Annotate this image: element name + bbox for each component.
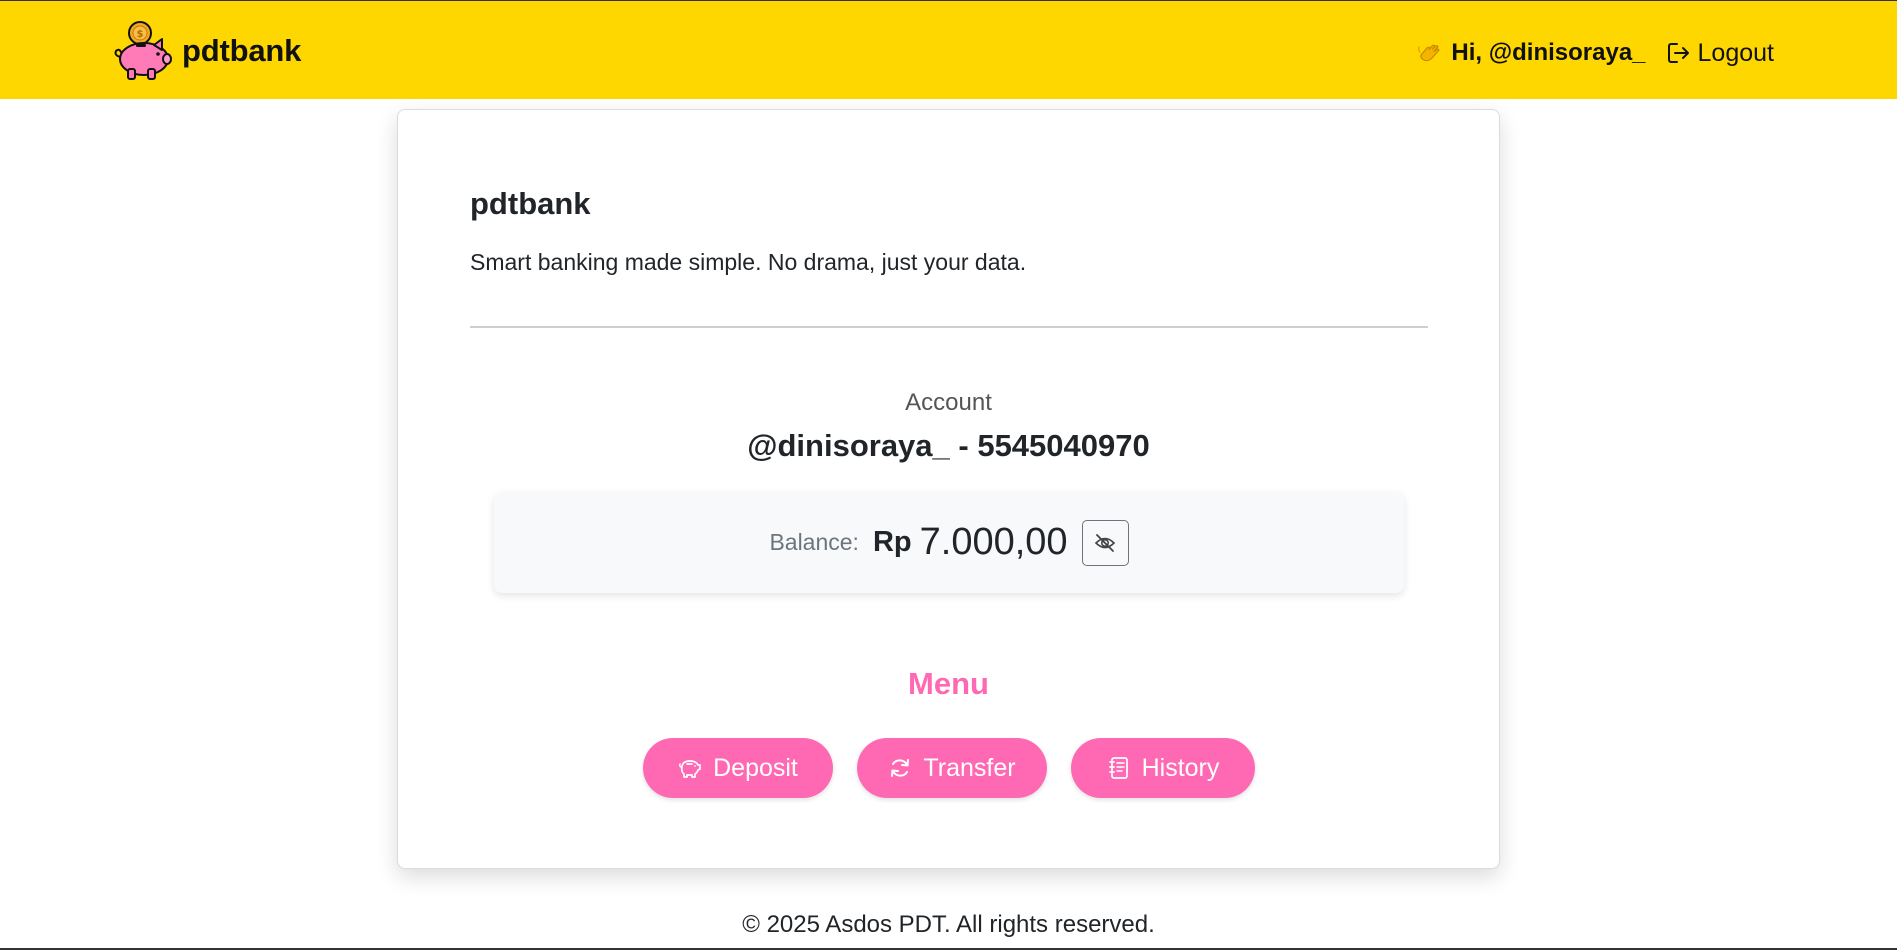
history-button[interactable]: History [1070,738,1255,798]
journal-icon [1108,757,1128,779]
tagline: Smart banking made simple. No drama, jus… [470,249,1027,275]
menu-buttons: Deposit Transfer History [398,738,1499,798]
transfer-label: Transfer [923,753,1016,782]
logout-icon [1667,43,1689,63]
svg-text:$: $ [137,29,144,40]
deposit-button[interactable]: Deposit [642,738,833,798]
balance-box: Balance: Rp 7.000,00 [494,492,1404,593]
nav-right: Hi, @dinisoraya_ Logout [1415,37,1774,69]
balance-label: Balance: [769,529,859,555]
refresh-icon [891,759,910,777]
logout-label: Logout [1697,38,1774,67]
dashboard-card: pdtbank Smart banking made simple. No dr… [397,109,1500,869]
menu-title: Menu [908,666,989,701]
piggy-bank-logo-icon: $ [114,21,172,80]
toggle-balance-visibility-button[interactable] [1081,519,1129,566]
transfer-button[interactable]: Transfer [856,738,1047,798]
footer: © 2025 Asdos PDT. All rights reserved. [742,911,1155,938]
waving-hand-icon [1418,44,1440,62]
account-label: Account [905,389,992,416]
brand-name: pdtbank [182,33,302,68]
navbar: $ pdtbank Hi, @dinisoraya_ Logout [0,0,1897,99]
account-value: @dinisoraya_ - 5545040970 [747,428,1150,463]
deposit-label: Deposit [713,753,798,782]
logout-link[interactable]: Logout [1666,39,1774,68]
eye-slash-icon [1094,533,1116,552]
piggy-bank-icon [679,760,701,778]
brand[interactable]: $ pdtbank [110,19,301,83]
card-title: pdtbank [470,186,591,221]
divider [470,326,1428,328]
greeting-text: Hi, @dinisoraya_ [1451,39,1646,66]
history-label: History [1141,753,1220,782]
balance-currency: Rp [872,526,912,558]
balance-amount: 7.000,00 [919,521,1068,563]
user-greeting: Hi, @dinisoraya_ [1415,39,1646,67]
